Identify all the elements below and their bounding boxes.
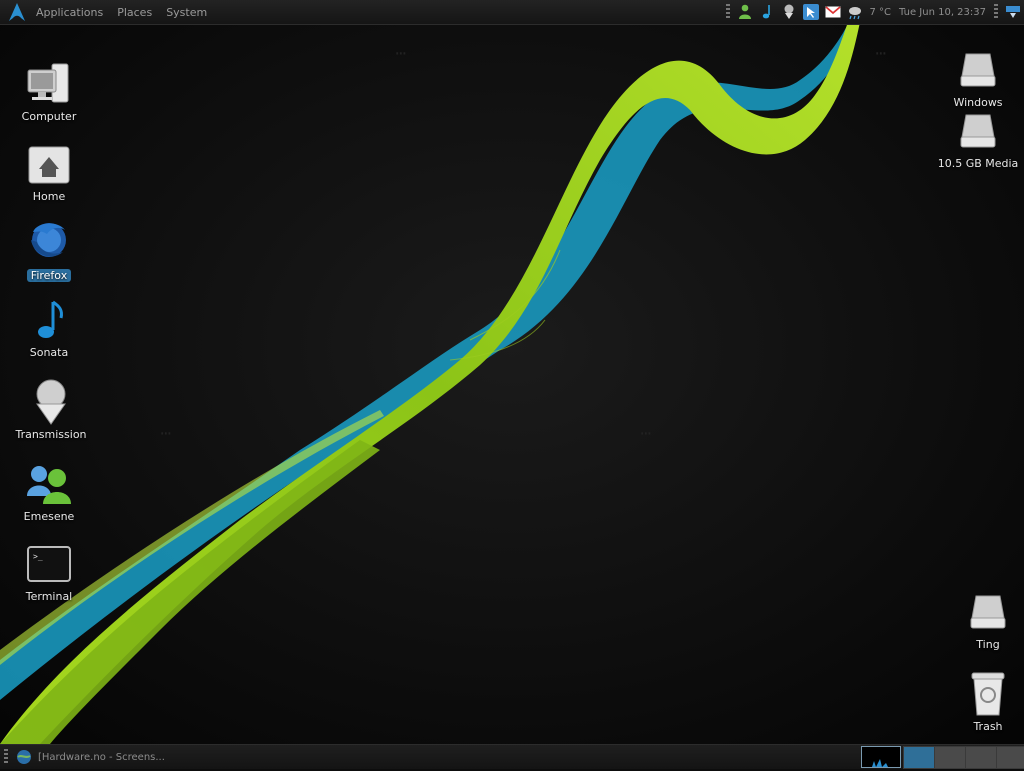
desktop-icon-label: Ting: [943, 638, 1024, 651]
taskbar-button[interactable]: [Hardware.no - Screens...: [16, 749, 165, 765]
desktop-icon-label: 10.5 GB Media: [933, 157, 1023, 170]
workspace-3[interactable]: [965, 746, 997, 769]
svg-text:ⵈ: ⵈ: [395, 44, 407, 65]
drive-icon: [964, 588, 1012, 636]
transmission-icon: [27, 378, 75, 426]
desktop-icon-firefox[interactable]: Firefox: [4, 216, 94, 283]
workspace-2[interactable]: [934, 746, 966, 769]
desktop-icon-label: Computer: [4, 110, 94, 123]
svg-text:ⵈ: ⵈ: [160, 424, 172, 445]
top-panel: Applications Places System 7 °C Tue Jun …: [0, 0, 1024, 25]
download-icon[interactable]: [781, 4, 797, 20]
user-icon[interactable]: [737, 4, 753, 20]
workspace-4[interactable]: [996, 746, 1024, 769]
drive-icon: [954, 46, 1002, 94]
panel-handle-right[interactable]: [994, 4, 998, 20]
network-icon[interactable]: [1005, 4, 1021, 20]
desktop-wallpaper: ⵈ ⵈ ⵈ ⵈ: [0, 0, 1024, 768]
menu-system[interactable]: System: [166, 6, 207, 19]
music-note-icon[interactable]: [759, 4, 775, 20]
desktop-icon-trash[interactable]: Trash: [943, 670, 1024, 733]
desktop-icon-label: Home: [4, 190, 94, 203]
desktop-icon-transmission[interactable]: Transmission: [6, 378, 96, 441]
desktop-icon-windows-drive[interactable]: Windows: [933, 46, 1023, 109]
menu-places[interactable]: Places: [117, 6, 152, 19]
sonata-music-icon: [25, 296, 73, 344]
menu-applications[interactable]: Applications: [36, 6, 103, 19]
workspace-1[interactable]: [903, 746, 935, 769]
panel-handle[interactable]: [726, 4, 730, 20]
desktop-icon-terminal[interactable]: >_ Terminal: [4, 540, 94, 603]
panel-handle[interactable]: [4, 749, 8, 765]
bottom-panel: [Hardware.no - Screens...: [0, 744, 1024, 769]
arch-logo-icon[interactable]: [6, 1, 28, 23]
desktop-icon-label: Trash: [943, 720, 1024, 733]
gmail-icon[interactable]: [825, 4, 841, 20]
system-monitor-graph[interactable]: [861, 746, 901, 768]
desktop-icon-label: Firefox: [27, 269, 71, 282]
desktop-icon-emesene[interactable]: Emesene: [4, 460, 94, 523]
svg-text:ⵈ: ⵈ: [640, 424, 652, 445]
desktop-icon-label: Terminal: [4, 590, 94, 603]
system-tray: 7 °C Tue Jun 10, 23:37: [722, 0, 1024, 24]
home-folder-icon: [25, 140, 73, 188]
drive-icon: [954, 107, 1002, 155]
svg-text:ⵈ: ⵈ: [875, 44, 887, 65]
browser-globe-icon: [16, 749, 32, 765]
computer-icon: [25, 60, 73, 108]
desktop-icon-label: Transmission: [6, 428, 96, 441]
desktop-icon-label: Emesene: [4, 510, 94, 523]
terminal-icon: >_: [25, 540, 73, 588]
trash-icon: [964, 670, 1012, 718]
desktop-icon-media-drive[interactable]: 10.5 GB Media: [933, 107, 1023, 170]
clock[interactable]: Tue Jun 10, 23:37: [899, 7, 986, 18]
emesene-buddies-icon: [25, 460, 73, 508]
weather-icon[interactable]: [847, 4, 863, 20]
firefox-icon: [25, 216, 73, 264]
taskbar-button-label: [Hardware.no - Screens...: [38, 752, 165, 763]
desktop-icon-computer[interactable]: Computer: [4, 60, 94, 123]
desktop-icon-home[interactable]: Home: [4, 140, 94, 203]
desktop-icon-ting-drive[interactable]: Ting: [943, 588, 1024, 651]
desktop-icon-label: Sonata: [4, 346, 94, 359]
svg-text:>_: >_: [33, 552, 43, 561]
temperature-label: 7 °C: [870, 7, 892, 18]
cursor-icon[interactable]: [803, 4, 819, 20]
desktop-icon-sonata[interactable]: Sonata: [4, 296, 94, 359]
